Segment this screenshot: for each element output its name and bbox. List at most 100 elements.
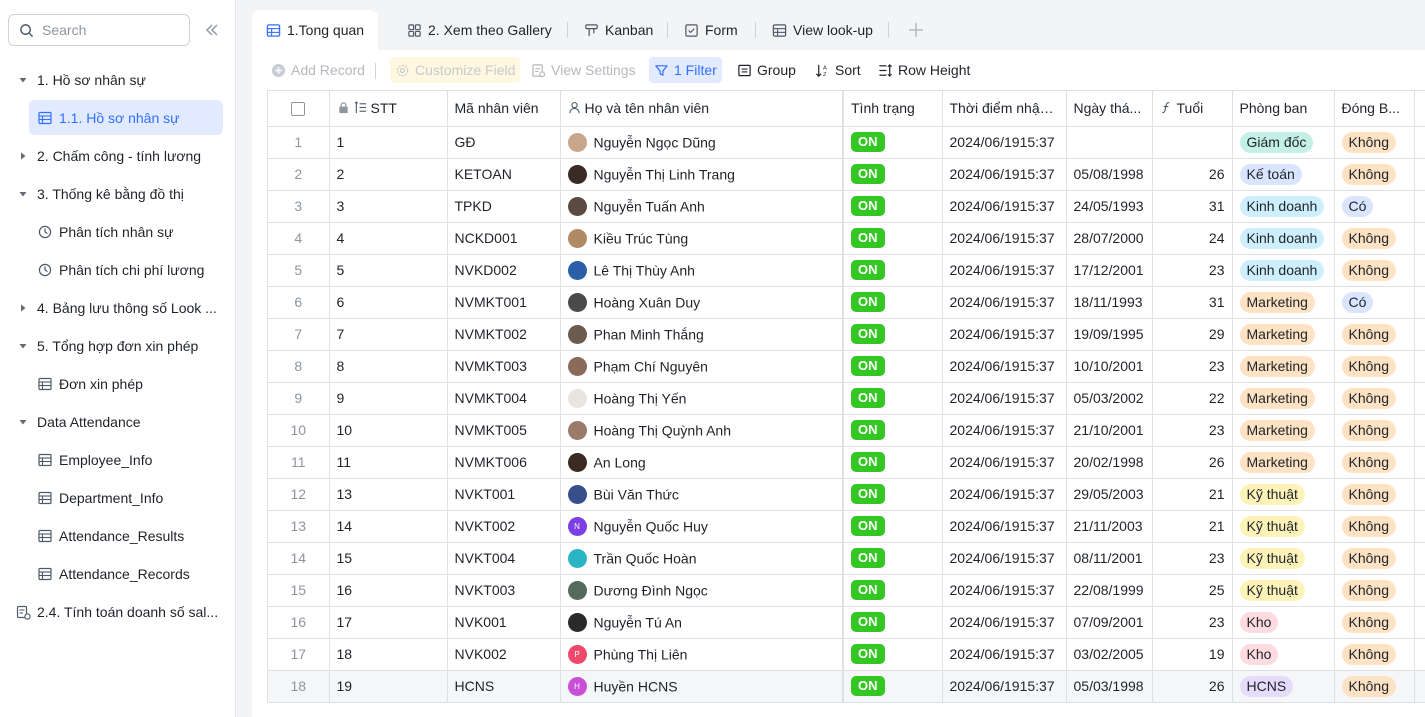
overflow-cell[interactable] (1414, 350, 1425, 383)
ho-ten-cell[interactable]: Hoàng Thị Quỳnh Anh (560, 414, 844, 447)
ho-ten-cell[interactable]: Phạm Chí Nguyên (560, 350, 844, 383)
stt-cell[interactable]: 6 (329, 286, 448, 319)
stt-cell[interactable]: 1 (329, 126, 448, 159)
dong-bao-hiem-cell[interactable]: Có (1334, 190, 1415, 223)
ngay-thang-cell[interactable]: 28/07/2000 (1066, 222, 1153, 255)
ma-nhan-vien-cell[interactable]: HCNS (447, 670, 561, 703)
phong-ban-cell[interactable]: Marketing (1232, 382, 1335, 415)
table-row[interactable]: 5 5 NVKD002 Lê Thị Thùy Anh ON 2024/06/1915:3… (268, 254, 1425, 287)
thoi-diem-cell[interactable]: 2024/06/1915:37 (942, 478, 1067, 511)
tuoi-cell[interactable]: 26 (1152, 446, 1233, 479)
view-settings-button[interactable]: View Settings (526, 57, 641, 83)
tinh-trang-cell[interactable]: ON (842, 606, 943, 639)
thoi-diem-cell[interactable]: 2024/06/1915:37 (942, 574, 1067, 607)
tuoi-cell[interactable]: 23 (1152, 254, 1233, 287)
row-number-cell[interactable]: 13 (268, 510, 330, 543)
phong-ban-cell[interactable]: Kinh doanh (1232, 190, 1335, 223)
overflow-cell[interactable] (1414, 382, 1425, 415)
row-number-cell[interactable]: 12 (268, 478, 330, 511)
tinh-trang-cell[interactable]: ON (842, 510, 943, 543)
dong-bao-hiem-cell[interactable]: Không (1334, 638, 1415, 671)
tinh-trang-cell[interactable]: ON (842, 574, 943, 607)
ma-nhan-vien-cell[interactable]: NCKD001 (447, 222, 561, 255)
tuoi-cell[interactable]: 29 (1152, 318, 1233, 351)
header-tuoi[interactable]: Tuổi (1152, 91, 1233, 127)
tuoi-cell[interactable]: 22 (1152, 382, 1233, 415)
sidebar-item[interactable]: 3. Thống kê bằng đồ thị (0, 175, 236, 213)
sidebar-item[interactable]: Phân tích chi phí lương (0, 251, 236, 289)
table-row[interactable]: 11 11 NVMKT006 An Long ON 2024/06/1915:37 20/0… (268, 446, 1425, 479)
stt-cell[interactable]: 8 (329, 350, 448, 383)
ma-nhan-vien-cell[interactable]: NVKD002 (447, 254, 561, 287)
ho-ten-cell[interactable]: Phan Minh Thắng (560, 318, 844, 351)
stt-cell[interactable]: 3 (329, 190, 448, 223)
phong-ban-cell[interactable]: Giám đốc (1232, 126, 1335, 159)
overflow-cell[interactable] (1414, 542, 1425, 575)
thoi-diem-cell[interactable]: 2024/06/1915:37 (942, 318, 1067, 351)
table-row[interactable]: 6 6 NVMKT001 Hoàng Xuân Duy ON 2024/06/1915:3… (268, 286, 1425, 319)
ma-nhan-vien-cell[interactable]: NVMKT006 (447, 446, 561, 479)
dong-bao-hiem-cell[interactable]: Không (1334, 446, 1415, 479)
ho-ten-cell[interactable]: Trần Quốc Hoàn (560, 542, 844, 575)
ho-ten-cell[interactable]: An Long (560, 446, 844, 479)
dong-bao-hiem-cell[interactable]: Không (1334, 414, 1415, 447)
row-number-cell[interactable]: 5 (268, 254, 330, 287)
ma-nhan-vien-cell[interactable]: NVK002 (447, 638, 561, 671)
ma-nhan-vien-cell[interactable]: NVMKT004 (447, 382, 561, 415)
row-number-cell[interactable]: 1 (268, 126, 330, 159)
tuoi-cell[interactable]: 19 (1152, 638, 1233, 671)
ngay-thang-cell[interactable]: 20/02/1998 (1066, 446, 1153, 479)
stt-cell[interactable]: 18 (329, 638, 448, 671)
overflow-cell[interactable] (1414, 254, 1425, 287)
row-number-cell[interactable]: 14 (268, 542, 330, 575)
dong-bao-hiem-cell[interactable]: Không (1334, 510, 1415, 543)
ngay-thang-cell[interactable]: 07/09/2001 (1066, 606, 1153, 639)
row-number-cell[interactable]: 10 (268, 414, 330, 447)
phong-ban-cell[interactable]: HCNS (1232, 670, 1335, 703)
row-number-cell[interactable]: 4 (268, 222, 330, 255)
ho-ten-cell[interactable]: Hoàng Thị Yến (560, 382, 844, 415)
thoi-diem-cell[interactable]: 2024/06/1915:37 (942, 254, 1067, 287)
thoi-diem-cell[interactable]: 2024/06/1915:37 (942, 670, 1067, 703)
ho-ten-cell[interactable]: Nguyễn Tú An (560, 606, 844, 639)
table-row[interactable]: 2 2 KETOAN Nguyễn Thị Linh Trang ON 2024/06/1… (268, 158, 1425, 191)
ma-nhan-vien-cell[interactable]: TPKD (447, 190, 561, 223)
stt-cell[interactable]: 13 (329, 478, 448, 511)
select-all-cell[interactable] (268, 91, 330, 127)
table-row[interactable]: 13 14 NVKT002 N Nguyễn Quốc Huy ON 2024/06/191… (268, 510, 1425, 543)
ngay-thang-cell[interactable]: 05/03/2002 (1066, 382, 1153, 415)
ma-nhan-vien-cell[interactable]: KETOAN (447, 158, 561, 191)
ho-ten-cell[interactable]: Dương Đình Ngọc (560, 574, 844, 607)
header-phong-ban[interactable]: Phòng ban (1232, 91, 1335, 127)
tinh-trang-cell[interactable]: ON (842, 286, 943, 319)
thoi-diem-cell[interactable]: 2024/06/1915:37 (942, 446, 1067, 479)
tinh-trang-cell[interactable]: ON (842, 382, 943, 415)
phong-ban-cell[interactable]: Kế toán (1232, 158, 1335, 191)
add-record-button[interactable]: Add Record (266, 57, 370, 83)
ma-nhan-vien-cell[interactable]: NVKT002 (447, 510, 561, 543)
tuoi-cell[interactable]: 24 (1152, 222, 1233, 255)
ho-ten-cell[interactable]: Nguyễn Thị Linh Trang (560, 158, 844, 191)
tinh-trang-cell[interactable]: ON (842, 222, 943, 255)
stt-cell[interactable]: 17 (329, 606, 448, 639)
tuoi-cell[interactable]: 26 (1152, 670, 1233, 703)
header-thoi-diem[interactable]: Thời điểm nhập... (942, 91, 1067, 127)
ngay-thang-cell[interactable]: 21/11/2003 (1066, 510, 1153, 543)
sidebar-item[interactable]: 2. Chấm công - tính lương (0, 137, 236, 175)
thoi-diem-cell[interactable]: 2024/06/1915:37 (942, 510, 1067, 543)
caret-down-icon[interactable] (18, 341, 28, 351)
row-number-cell[interactable]: 16 (268, 606, 330, 639)
overflow-cell[interactable] (1414, 606, 1425, 639)
tinh-trang-cell[interactable]: ON (842, 542, 943, 575)
tuoi-cell[interactable]: 31 (1152, 190, 1233, 223)
ngay-thang-cell[interactable]: 03/02/2005 (1066, 638, 1153, 671)
tuoi-cell[interactable]: 26 (1152, 158, 1233, 191)
caret-right-icon[interactable] (18, 303, 28, 313)
tinh-trang-cell[interactable]: ON (842, 318, 943, 351)
table-row[interactable]: 4 4 NCKD001 Kiều Trúc Tùng ON 2024/06/1915:37… (268, 222, 1425, 255)
stt-cell[interactable]: 2 (329, 158, 448, 191)
tinh-trang-cell[interactable]: ON (842, 158, 943, 191)
ho-ten-cell[interactable]: Bùi Văn Thức (560, 478, 844, 511)
row-number-cell[interactable]: 6 (268, 286, 330, 319)
sidebar-item[interactable]: Phân tích nhân sự (0, 213, 236, 251)
